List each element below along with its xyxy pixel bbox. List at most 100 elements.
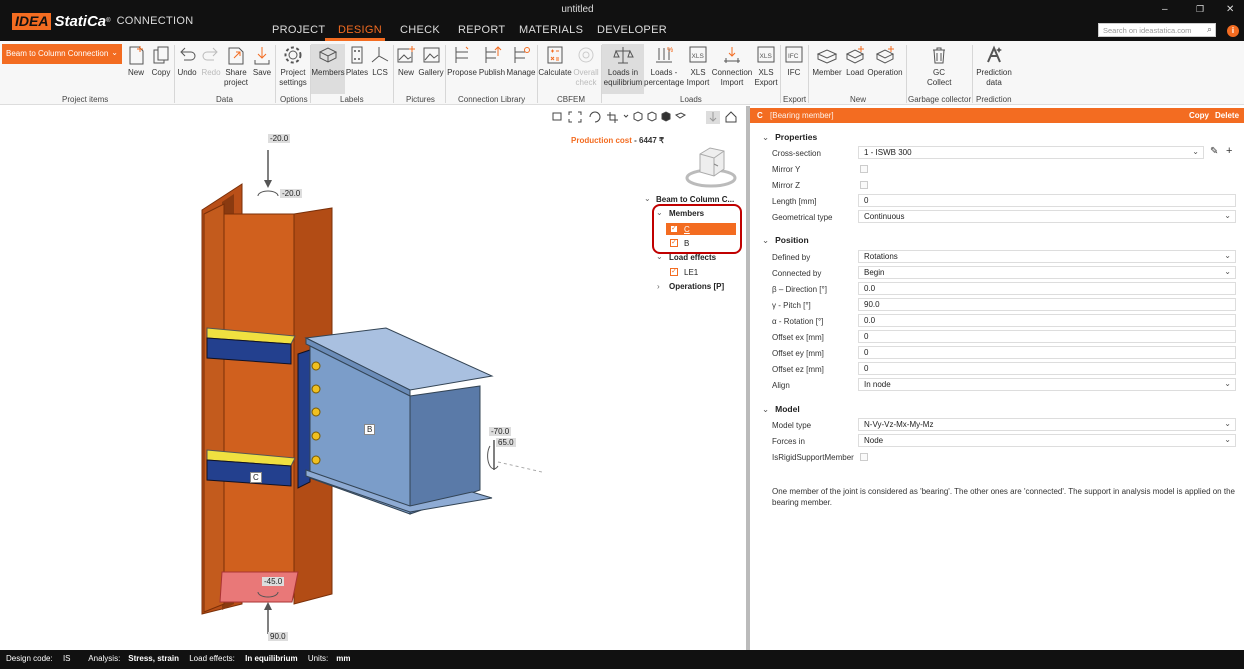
tree-root-chevron[interactable]: ⌄	[644, 194, 651, 203]
mirror-z-checkbox[interactable]	[860, 181, 868, 189]
publish-button[interactable]: Publish	[478, 44, 506, 78]
load-label: Load	[846, 68, 864, 77]
defined-by-select[interactable]: Rotations ⌄	[858, 250, 1236, 263]
copy-icon	[153, 46, 169, 64]
project-item-selector[interactable]: Beam to Column Connection ⌄	[2, 44, 122, 64]
new-load-button[interactable]: Load	[844, 44, 866, 78]
publish-label: Publish	[478, 68, 506, 77]
load-label: 65.0	[496, 438, 516, 447]
lcs-labels-button[interactable]: LCS	[369, 44, 391, 78]
geom-type-select[interactable]: Continuous ⌄	[858, 210, 1236, 223]
new-member-button[interactable]: Member	[810, 44, 844, 78]
gamma-input[interactable]: 90.0	[858, 298, 1236, 311]
length-input[interactable]: 0	[858, 194, 1236, 207]
members-label: Members	[311, 68, 345, 77]
plates-labels-button[interactable]: Plates	[345, 44, 369, 78]
section-position[interactable]: ⌄ Position	[762, 235, 809, 246]
copy-button[interactable]: Copy	[149, 44, 173, 78]
loads-percentage-button[interactable]: % Loads - percentage	[644, 44, 684, 87]
group-pictures: Pictures	[406, 95, 435, 104]
beta-input[interactable]: 0.0	[858, 282, 1236, 295]
tab-developer[interactable]: DEVELOPER	[597, 24, 667, 36]
balance-scale-icon	[613, 47, 634, 64]
tree-load-effects-chevron[interactable]: ⌄	[656, 252, 663, 261]
group-cbfem: CBFEM	[557, 95, 585, 104]
forces-in-select[interactable]: Node ⌄	[858, 434, 1236, 447]
offset-ey-label: Offset ey [mm]	[772, 349, 824, 358]
gamma-label: γ - Pitch [°]	[772, 301, 811, 310]
section-properties[interactable]: ⌄ Properties	[762, 132, 817, 143]
tree-root[interactable]: Beam to Column C...	[656, 195, 734, 204]
mirror-y-checkbox[interactable]	[860, 165, 868, 173]
redo-icon	[202, 47, 218, 61]
project-settings-button[interactable]: Project settings	[276, 44, 310, 87]
tab-materials[interactable]: MATERIALS	[519, 24, 583, 36]
overall-check-button[interactable]: Overall check	[572, 44, 600, 87]
delete-member-button[interactable]: Delete	[1215, 111, 1239, 120]
tree-le1[interactable]: LE1	[684, 268, 698, 277]
tab-design[interactable]: DESIGN	[338, 24, 382, 36]
members-labels-button[interactable]: Members	[311, 44, 345, 94]
offset-ex-input[interactable]: 0	[858, 330, 1236, 343]
connection-import-button[interactable]: Connection Import	[711, 44, 753, 87]
new-button[interactable]: New	[124, 44, 148, 78]
connected-by-value: Begin	[864, 268, 885, 277]
gallery-button[interactable]: Gallery	[418, 44, 444, 78]
connection-model[interactable]	[0, 106, 746, 650]
tab-project[interactable]: PROJECT	[272, 24, 325, 36]
manage-button[interactable]: Manage	[506, 44, 536, 78]
3d-viewport[interactable]: Production cost - 6447 ₹ -20.0 -20.0 -70…	[0, 106, 746, 650]
panel-header: C [Bearing member] Copy Delete	[750, 108, 1244, 123]
tab-check[interactable]: CHECK	[400, 24, 440, 36]
ifc-export-button[interactable]: IFC IFC	[781, 44, 807, 78]
restore-button[interactable]: ❐	[1196, 4, 1204, 15]
loads-in-equilibrium-button[interactable]: Loads in equilibrium	[602, 44, 644, 94]
copy-member-button[interactable]: Copy	[1189, 111, 1209, 120]
info-icon[interactable]: i	[1227, 25, 1239, 37]
minimize-button[interactable]: –	[1162, 4, 1168, 15]
rigid-support-checkbox[interactable]	[860, 453, 868, 461]
search-input[interactable]: Search on ideastatica.com ⌕	[1098, 23, 1216, 37]
prediction-data-button[interactable]: Prediction data	[974, 44, 1014, 87]
section-model[interactable]: ⌄ Model	[762, 404, 800, 415]
calculate-button[interactable]: Calculate	[538, 44, 572, 78]
edit-icon[interactable]: ✎	[1210, 146, 1218, 157]
tree-operations[interactable]: Operations [P]	[669, 282, 724, 291]
save-button[interactable]: Save	[250, 44, 274, 78]
undo-button[interactable]: Undo	[175, 44, 199, 78]
new-operation-button[interactable]: Operation	[866, 44, 904, 78]
tab-report[interactable]: REPORT	[458, 24, 505, 36]
cross-section-select[interactable]: 1 - ISWB 300 ⌄	[858, 146, 1204, 159]
new-picture-button[interactable]: New	[394, 44, 418, 78]
propose-button[interactable]: Propose	[446, 44, 478, 78]
undo-icon	[180, 47, 196, 61]
offset-ez-input[interactable]: 0	[858, 362, 1236, 375]
manage-icon	[514, 47, 530, 63]
close-button[interactable]: ✕	[1226, 4, 1234, 15]
model-type-label: Model type	[772, 421, 812, 430]
load-icon	[845, 46, 865, 64]
tree-load-effects[interactable]: Load effects	[669, 253, 716, 262]
model-type-select[interactable]: N-Vy-Vz-Mx-My-Mz ⌄	[858, 418, 1236, 431]
status-load-effects: Load effects: In equilibrium	[189, 654, 297, 663]
gc-collect-button[interactable]: GC Collect	[924, 44, 954, 87]
add-icon[interactable]: +	[1226, 145, 1232, 157]
status-bar: Design code: IS Analysis: Stress, strain …	[0, 650, 1244, 669]
bolt	[311, 455, 321, 465]
logo-idea: IDEA	[12, 12, 52, 30]
offset-ey-input[interactable]: 0	[858, 346, 1236, 359]
xls-import-button[interactable]: XLS XLS Import	[685, 44, 711, 87]
chevron-down-icon: ⌄	[1224, 267, 1231, 276]
connected-by-select[interactable]: Begin ⌄	[858, 266, 1236, 279]
beta-label: β – Direction [°]	[772, 285, 827, 294]
cross-section-label: Cross-section	[772, 149, 821, 158]
redo-button[interactable]: Redo	[199, 44, 223, 78]
undo-label: Undo	[177, 68, 197, 77]
checkbox-le1[interactable]: ✓	[670, 268, 678, 276]
share-project-button[interactable]: Share project	[223, 44, 249, 87]
search-icon[interactable]: ⌕	[1207, 24, 1212, 35]
xls-export-button[interactable]: XLS XLS Export	[753, 44, 779, 87]
align-select[interactable]: In node ⌄	[858, 378, 1236, 391]
alpha-input[interactable]: 0.0	[858, 314, 1236, 327]
tree-operations-chevron[interactable]: ›	[657, 282, 660, 291]
